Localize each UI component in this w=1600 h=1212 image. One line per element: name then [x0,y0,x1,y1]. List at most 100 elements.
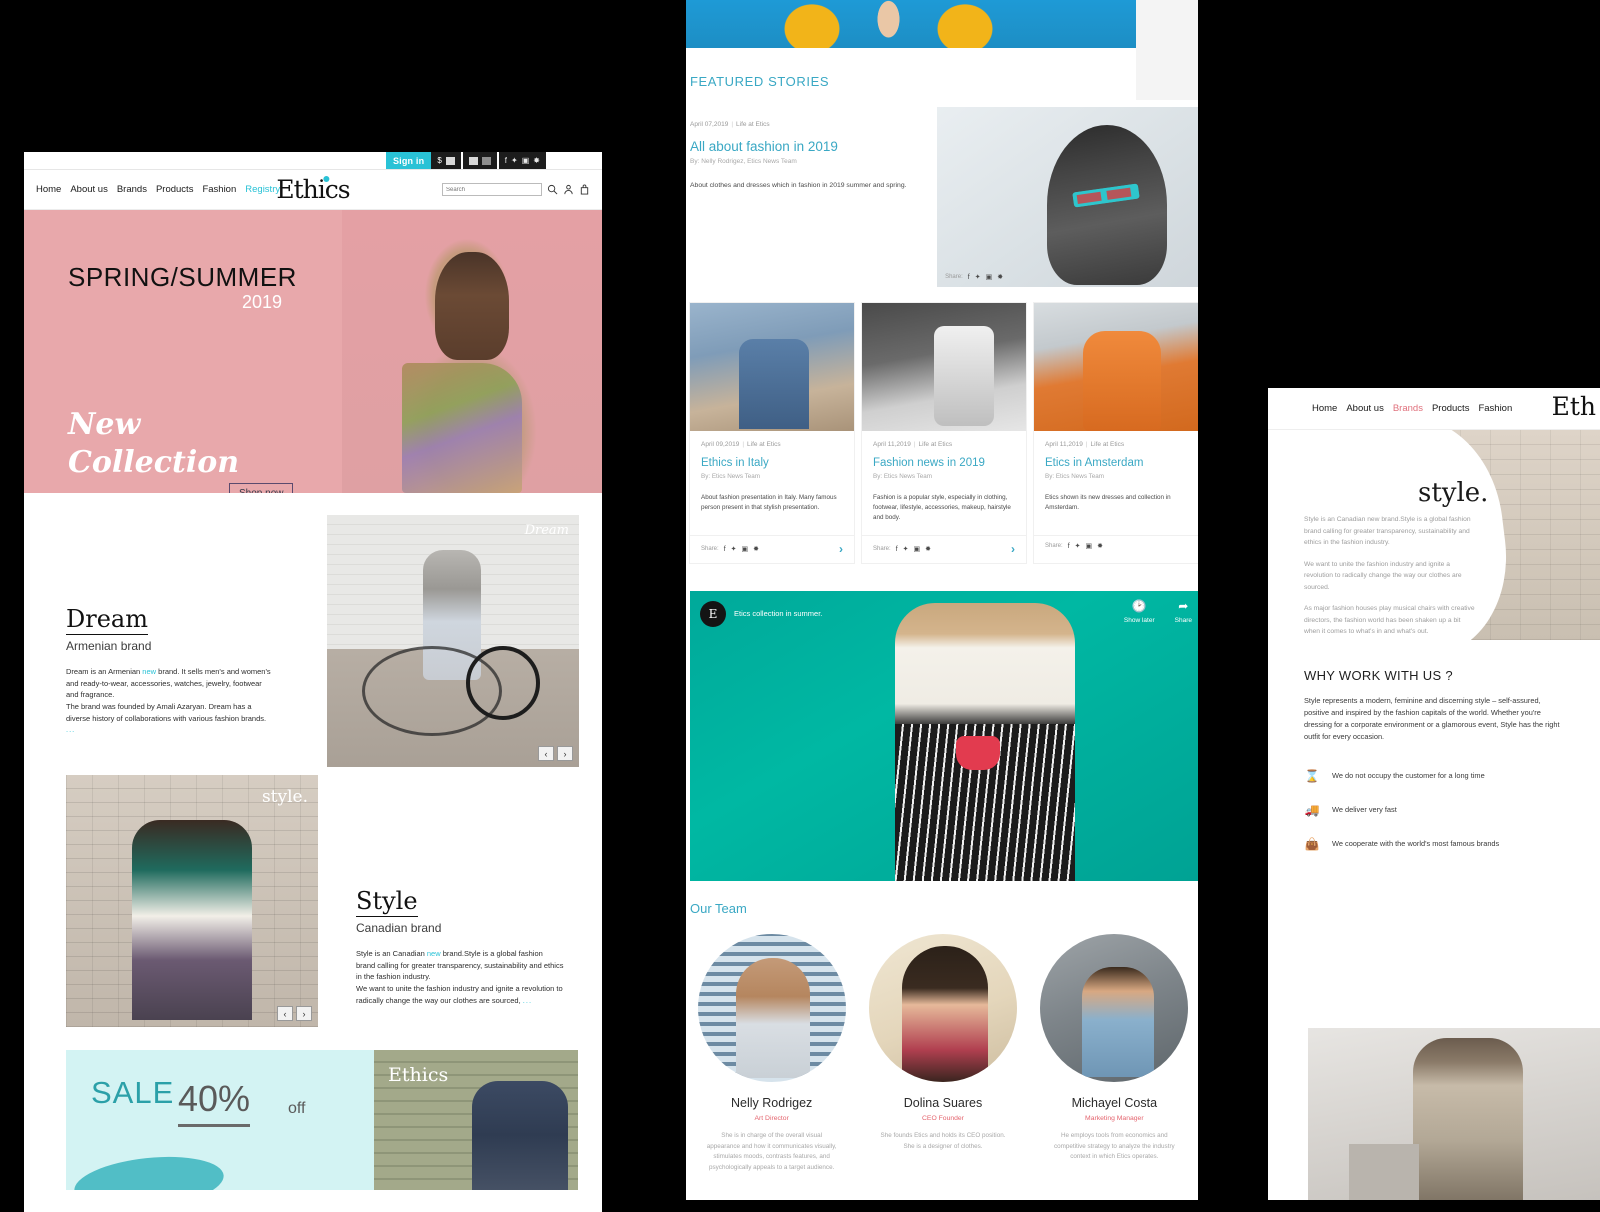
feature-description: About clothes and dresses which in fashi… [690,182,907,189]
chevron-right-icon[interactable]: › [839,542,843,556]
story-card[interactable]: April 09,2019 | Life at Etics Ethics in It… [690,303,854,563]
dream-read-more[interactable]: ... [66,725,75,734]
story-card-title[interactable]: Etics in Amsterdam [1045,457,1187,469]
twitter-icon[interactable]: ✦ [731,545,737,553]
nav-item-home[interactable]: Home [1312,403,1337,414]
dream-bicycle-rear [465,646,540,721]
nav-item-fashion[interactable]: Fashion [1478,403,1512,414]
share-icon[interactable]: ✸ [925,545,931,553]
sale-label: SALE [91,1075,175,1110]
facebook-icon[interactable]: f [968,274,970,281]
style-prev-button[interactable]: ‹ [277,1006,293,1021]
site-logo[interactable]: Ethics [276,175,350,204]
story-card-share: Share: f ✦ ▣ ✸ [1045,542,1103,551]
nav-item-fashion[interactable]: Fashion [202,184,236,195]
dream-text-block: Dream Armenian brand Dream is an Armenia… [66,605,274,736]
twitter-icon[interactable]: ✦ [903,545,909,553]
instagram-icon[interactable]: ▣ [986,273,993,281]
share-icon[interactable]: ✸ [997,273,1003,281]
video-share-label: Share [1174,617,1192,624]
chevron-down-icon[interactable] [445,156,455,165]
share-icon[interactable]: ✸ [1097,542,1103,550]
instagram-icon[interactable]: ▣ [914,545,921,553]
shop-now-button[interactable]: Shop now [229,483,294,493]
account-icon[interactable] [563,184,574,195]
nav-item-brands[interactable]: Brands [117,184,147,195]
sale-off-label: off [288,1100,306,1117]
story-card-title[interactable]: Fashion news in 2019 [873,457,1015,469]
nav-item-products[interactable]: Products [1432,403,1470,414]
search-icon[interactable] [547,184,558,195]
facebook-icon[interactable]: f [896,546,898,553]
team-member: Nelly Rodrigez Art Director She is in ch… [690,934,853,1174]
style-overlay-word: style. [261,787,308,807]
story-card-body: April 11,2019 | Life at Etics Fashion news… [862,431,1026,535]
featured-stories-section: FEATURED STORIES April 07,2019 | Life at E… [686,48,1198,1174]
facebook-icon[interactable]: f [1068,543,1070,550]
style-read-more[interactable]: ... [523,996,532,1005]
instagram-icon[interactable]: ▣ [742,545,749,553]
dream-next-button[interactable]: › [557,746,573,761]
story-card-date: April 11,2019 [873,441,911,448]
facebook-icon[interactable]: f [724,546,726,553]
nav-item-about-us[interactable]: About us [70,184,108,195]
team-member: Dolina Suares CEO Founder She founds Eti… [861,934,1024,1174]
instagram-icon[interactable]: ▣ [522,156,530,165]
dream-prev-button[interactable]: ‹ [538,746,554,761]
video-player[interactable]: E Etics collection in summer. 🕑 Show lat… [690,591,1198,881]
story-card-share-label: Share: [701,546,719,552]
facebook-icon[interactable]: f [505,156,507,165]
flag-icon-uk[interactable] [468,156,478,165]
twitter-icon[interactable]: ✦ [511,156,518,165]
sign-in-button[interactable]: Sign in [385,152,432,169]
currency-label: $ [437,156,442,165]
video-controls: 🕑 Show later ➦ Share [1124,599,1192,624]
hero-model-photo [342,210,602,493]
social-links[interactable]: f ✦ ▣ ✸ [498,152,546,169]
style-model [131,820,252,1021]
nav-item-brands[interactable]: Brands [1393,403,1423,414]
flag-icon-us[interactable] [481,156,491,165]
team-member-name: Michayel Costa [1071,1096,1158,1110]
style-carousel-image: style. ‹ › [66,775,318,1027]
why-description: Style represents a modern, feminine and … [1304,696,1560,741]
search-input[interactable] [442,183,542,196]
meta-divider: | [1085,441,1088,448]
site-logo[interactable]: Eth [1552,392,1596,421]
right-page-mockup: Home About us Brands Products Fashion Et… [1268,388,1600,1200]
nav-item-about-us[interactable]: About us [1346,403,1384,414]
style-next-button[interactable]: › [296,1006,312,1021]
team-member-description: She founds Etics and holds its CEO posit… [880,1132,1006,1150]
pinterest-icon[interactable]: ✸ [533,156,540,165]
feature-title[interactable]: All about fashion in 2019 [690,139,921,154]
story-card[interactable]: April 11,2019 | Life at Etics Fashion news… [862,303,1026,563]
twitter-icon[interactable]: ✦ [1075,542,1081,550]
featured-stories-title: FEATURED STORIES [690,74,830,89]
language-selector[interactable] [462,152,497,169]
feature-article[interactable]: April 07,2019 | Life at Etics All about fa… [688,107,1198,287]
share-icon[interactable]: ✸ [753,545,759,553]
twitter-icon[interactable]: ✦ [975,273,981,281]
currency-selector[interactable]: $ [431,152,461,169]
dream-description: Dream is an Armenian new brand. It sells… [66,666,274,736]
shopping-bag-icon[interactable] [579,184,590,195]
team-member-name: Nelly Rodrigez [731,1096,813,1110]
sale-banner-section: SALE 40% off Ethics [24,1050,602,1200]
story-card[interactable]: April 11,2019 | Life at Etics Etics in Ams… [1034,303,1198,563]
story-card-byline: By: Etics News Team [701,473,761,480]
sale-model [472,1080,569,1190]
story-card-share: Share: f ✦ ▣ ✸ [701,545,759,554]
sale-banner[interactable]: SALE 40% off Ethics [66,1050,578,1190]
story-card-description: About fashion presentation in Italy. Man… [701,494,837,512]
nav-item-home[interactable]: Home [36,184,61,195]
story-card-image [690,303,854,431]
video-share-button[interactable]: ➦ Share [1175,599,1192,624]
nav-item-products[interactable]: Products [156,184,194,195]
chevron-right-icon[interactable]: › [1011,542,1015,556]
bottom-fashion-photo [1308,1028,1600,1200]
story-card-meta: April 11,2019 | Life at Etics [1045,441,1187,448]
show-later-button[interactable]: 🕑 Show later [1124,599,1155,624]
story-card-title[interactable]: Ethics in Italy [701,457,843,469]
nav-item-registry[interactable]: Registry [245,184,280,195]
instagram-icon[interactable]: ▣ [1086,542,1093,550]
